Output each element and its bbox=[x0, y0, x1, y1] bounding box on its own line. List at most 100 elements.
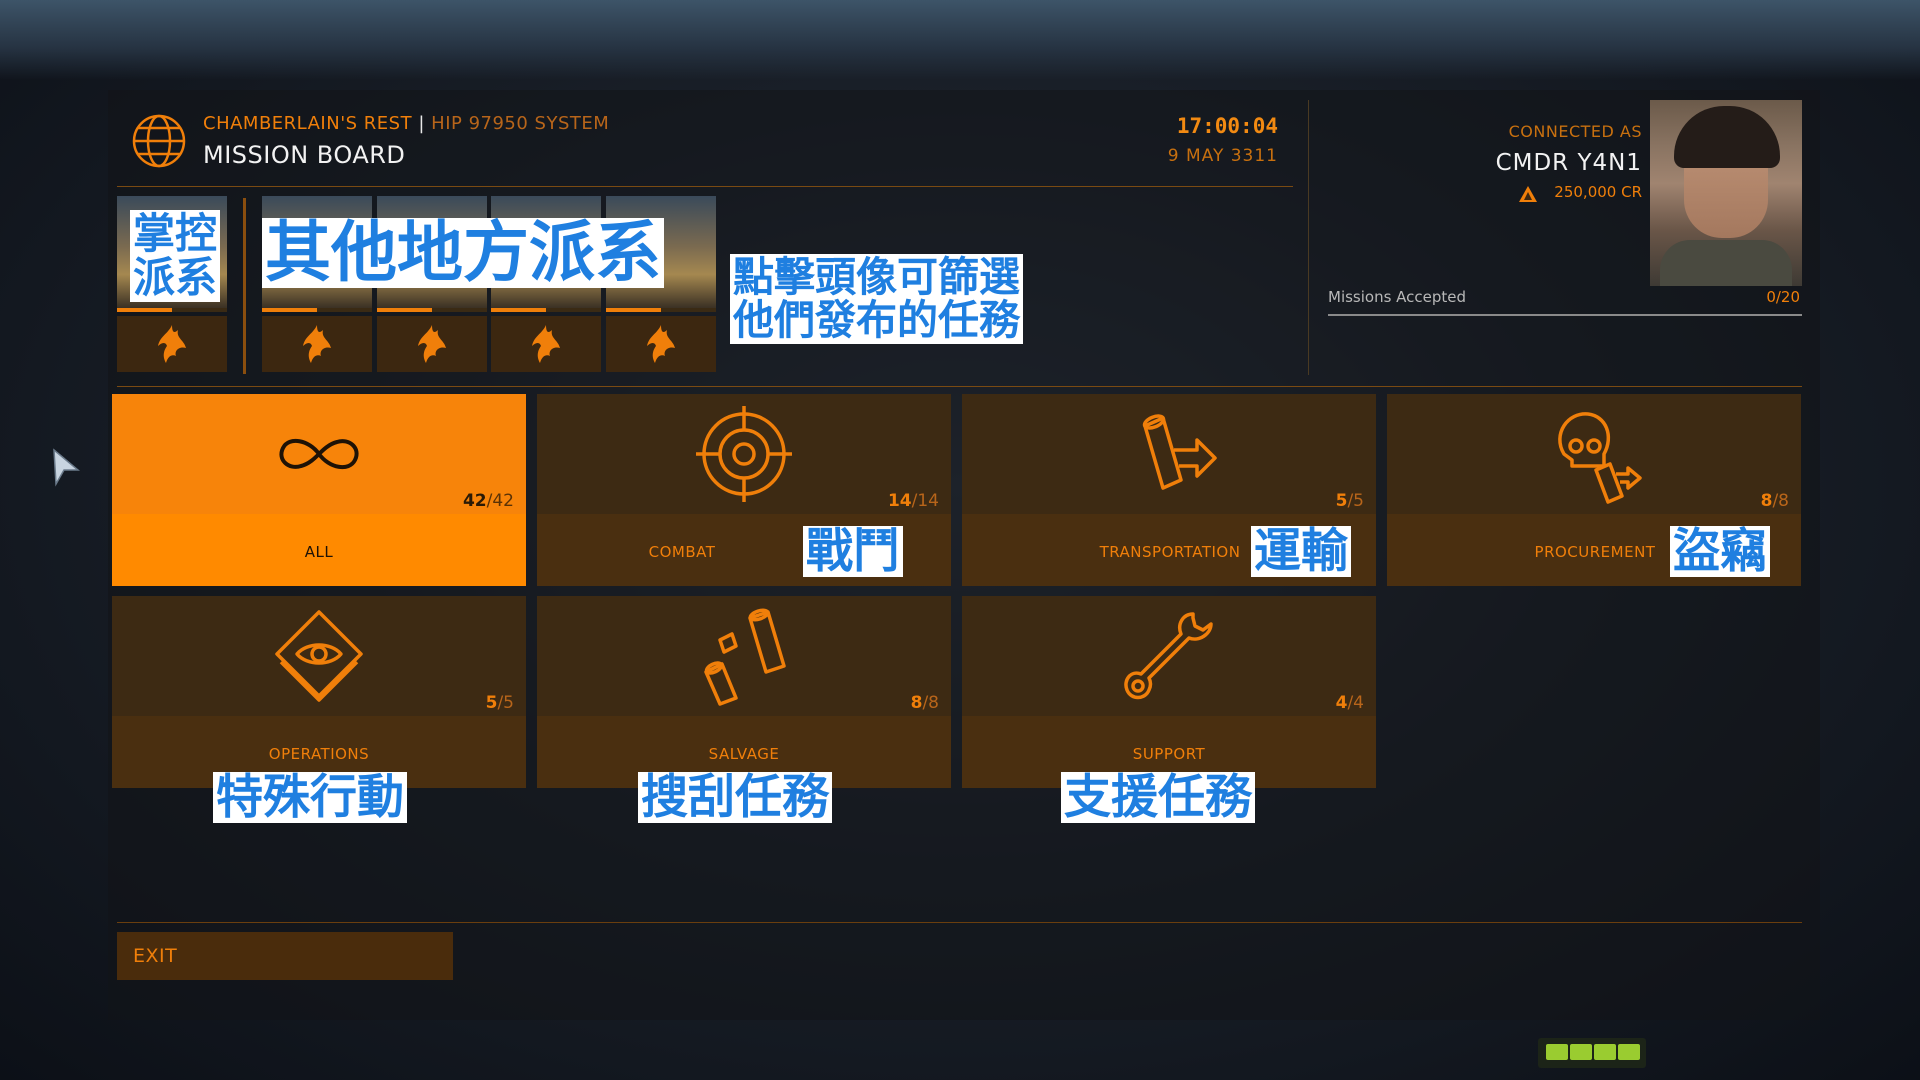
tile-label: SUPPORT bbox=[1132, 745, 1206, 763]
phoenix-emblem-icon bbox=[647, 325, 675, 363]
count-value: 14 bbox=[887, 491, 912, 511]
count-value: 5 bbox=[1335, 491, 1348, 511]
annotation-other-factions: 其他地方派系 bbox=[262, 218, 664, 288]
phoenix-emblem-icon bbox=[303, 325, 331, 363]
globe-icon bbox=[132, 114, 186, 168]
count-total: /4 bbox=[1347, 693, 1364, 713]
clock-time: 17:00:04 bbox=[1176, 114, 1278, 138]
tile-label: COMBAT bbox=[648, 543, 716, 561]
tile-label: SALVAGE bbox=[708, 745, 780, 763]
faction-emblem bbox=[377, 316, 487, 372]
header-divider bbox=[117, 186, 1293, 187]
cargo-arrow-icon bbox=[1142, 414, 1217, 490]
phoenix-emblem-icon bbox=[418, 325, 446, 363]
skull-cargo-icon bbox=[1558, 412, 1642, 504]
salvage-canisters-icon bbox=[704, 608, 786, 706]
missions-accepted-label: Missions Accepted bbox=[1328, 288, 1467, 306]
annotation-support: 支援任務 bbox=[1061, 772, 1255, 823]
annotation-procurement: 盜竊 bbox=[1670, 526, 1770, 577]
tile-count: 14/14 bbox=[888, 491, 939, 511]
tile-count: 8/8 bbox=[1761, 491, 1789, 511]
count-total: /5 bbox=[497, 693, 514, 713]
reputation-bar bbox=[606, 308, 716, 312]
wrench-icon bbox=[1124, 612, 1213, 700]
annotation-line: 掌控 bbox=[133, 209, 218, 258]
faction-emblem bbox=[262, 316, 372, 372]
faction-emblem bbox=[117, 316, 227, 372]
count-value: 42 bbox=[462, 491, 487, 511]
tile-count: 4/4 bbox=[1336, 693, 1364, 713]
eye-diamond-icon bbox=[275, 610, 363, 702]
console-light bbox=[1546, 1044, 1568, 1060]
console-light bbox=[1618, 1044, 1640, 1060]
category-tile-operations[interactable]: 5/5 OPERATIONS bbox=[112, 596, 526, 788]
tile-count: 5/5 bbox=[1336, 491, 1364, 511]
reputation-fill bbox=[262, 308, 317, 312]
exit-button[interactable]: EXIT bbox=[117, 932, 453, 980]
commander-avatar bbox=[1650, 100, 1802, 286]
infinity-icon bbox=[279, 438, 359, 470]
faction-emblem bbox=[491, 316, 601, 372]
count-total: /14 bbox=[911, 491, 939, 511]
count-total: /5 bbox=[1347, 491, 1364, 511]
annotation-salvage: 搜刮任務 bbox=[638, 772, 832, 823]
annotation-combat: 戰鬥 bbox=[803, 526, 903, 577]
count-value: 5 bbox=[485, 693, 498, 713]
category-tile-salvage[interactable]: 8/8 SALVAGE bbox=[537, 596, 951, 788]
reputation-fill bbox=[117, 308, 172, 312]
breadcrumb-divider: | bbox=[418, 113, 425, 134]
footer-divider bbox=[117, 922, 1802, 923]
count-total: /42 bbox=[486, 491, 514, 511]
count-total: /8 bbox=[1772, 491, 1789, 511]
faction-separator bbox=[243, 198, 246, 374]
avatar-hair bbox=[1674, 106, 1780, 168]
missions-accepted-bar bbox=[1328, 314, 1802, 316]
annotation-line: 他們發布的任務 bbox=[733, 296, 1020, 345]
page-title: MISSION BOARD bbox=[203, 141, 406, 169]
count-value: 8 bbox=[910, 693, 923, 713]
annotation-line: 點擊頭像可篩選 bbox=[733, 253, 1020, 301]
reputation-fill bbox=[606, 308, 661, 312]
console-lights bbox=[1538, 1038, 1646, 1068]
phoenix-emblem-icon bbox=[158, 325, 186, 363]
annotation-operations: 特殊行動 bbox=[213, 772, 407, 823]
annotation-controlling-faction: 掌控 派系 bbox=[130, 209, 221, 303]
annotation-click-hint: 點擊頭像可篩選 他們發布的任務 bbox=[730, 253, 1023, 345]
section-divider bbox=[117, 386, 1802, 387]
reputation-bar bbox=[377, 308, 487, 312]
count-total: /8 bbox=[922, 693, 939, 713]
tile-label: OPERATIONS bbox=[268, 745, 370, 763]
count-value: 4 bbox=[1335, 693, 1348, 713]
reputation-fill bbox=[377, 308, 432, 312]
missions-accepted-count: 0/20 bbox=[1766, 288, 1800, 306]
tile-count: 8/8 bbox=[911, 693, 939, 713]
system-name: HIP 97950 SYSTEM bbox=[431, 113, 610, 134]
category-tile-all[interactable]: 42/42 ALL bbox=[112, 394, 526, 586]
reputation-bar bbox=[491, 308, 601, 312]
mouse-cursor-icon bbox=[53, 448, 80, 487]
console-light bbox=[1570, 1044, 1592, 1060]
tile-label: ALL bbox=[304, 543, 334, 561]
count-value: 8 bbox=[1760, 491, 1773, 511]
credits-balance: 250,000 CR bbox=[1554, 183, 1642, 201]
category-tile-support[interactable]: 4/4 SUPPORT bbox=[962, 596, 1376, 788]
reputation-bar bbox=[117, 308, 227, 312]
vertical-divider bbox=[1308, 100, 1309, 375]
phoenix-emblem-icon bbox=[532, 325, 560, 363]
crosshair-icon bbox=[696, 406, 792, 502]
avatar-body bbox=[1660, 240, 1792, 286]
reputation-fill bbox=[491, 308, 546, 312]
background-ceiling bbox=[0, 0, 1920, 80]
commander-name: CMDR Y4N1 bbox=[1495, 150, 1642, 176]
clock-date: 9 MAY 3311 bbox=[1167, 146, 1278, 166]
tile-count: 5/5 bbox=[486, 693, 514, 713]
tile-count: 42/42 bbox=[463, 491, 514, 511]
station-name: CHAMBERLAIN'S REST bbox=[203, 113, 413, 134]
faction-emblem bbox=[606, 316, 716, 372]
station-breadcrumb: CHAMBERLAIN'S REST | HIP 97950 SYSTEM bbox=[203, 113, 609, 134]
console-light bbox=[1594, 1044, 1616, 1060]
connected-as-label: CONNECTED AS bbox=[1508, 122, 1642, 141]
annotation-line: 派系 bbox=[133, 253, 218, 303]
reputation-bar bbox=[262, 308, 372, 312]
annotation-transportation: 運輸 bbox=[1251, 526, 1351, 577]
